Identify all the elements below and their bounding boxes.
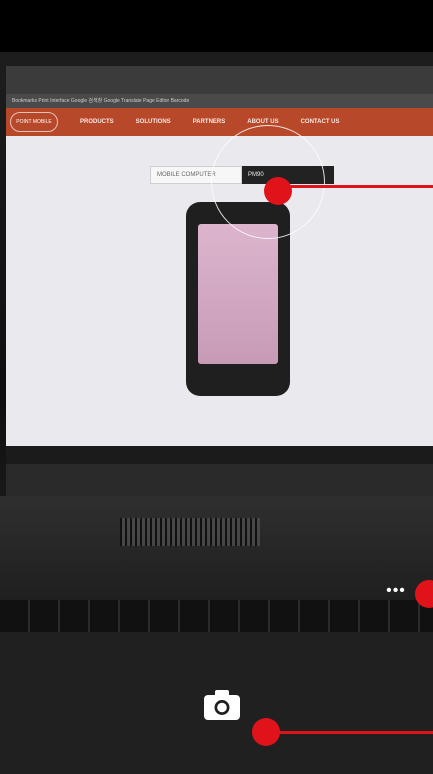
annotation-dot-capture: [252, 718, 280, 746]
nav-item-about: ABOUT US: [247, 119, 279, 125]
top-bar: [0, 0, 433, 52]
laptop-keys: [0, 600, 433, 632]
capture-button[interactable]: [198, 684, 246, 726]
monitor-taskbar: [6, 446, 433, 464]
browser-tabs: [6, 66, 433, 94]
monitor-scene: Bookmarks Print Interface Google 검색창 Goo…: [6, 66, 433, 496]
annotation-dot-focus: [264, 177, 292, 205]
more-options-button[interactable]: •••: [381, 576, 411, 606]
nav-item-contact: CONTACT US: [300, 119, 340, 125]
laptop-vents: [120, 518, 260, 546]
site-logo: POINT MOBILE: [10, 112, 58, 132]
site-nav: POINT MOBILE PRODUCTS SOLUTIONS PARTNERS…: [6, 108, 433, 136]
nav-item-products: PRODUCTS: [80, 119, 114, 125]
nav-item-solutions: SOLUTIONS: [135, 119, 171, 125]
device-screen: [198, 224, 278, 364]
nav-item-partners: PARTNERS: [192, 119, 226, 125]
bookmarks-bar: Bookmarks Print Interface Google 검색창 Goo…: [6, 94, 433, 108]
more-icon: •••: [386, 582, 406, 599]
camera-app: Bookmarks Print Interface Google 검색창 Goo…: [0, 0, 433, 774]
annotation-line-capture: [266, 731, 433, 734]
camera-viewfinder[interactable]: Bookmarks Print Interface Google 검색창 Goo…: [0, 52, 433, 632]
camera-icon: [204, 690, 240, 720]
annotation-line-focus: [278, 185, 433, 188]
